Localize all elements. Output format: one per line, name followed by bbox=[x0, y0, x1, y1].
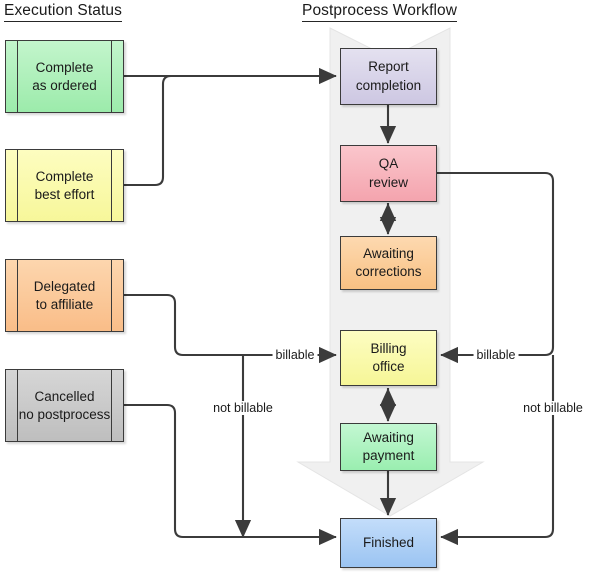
status-box-cancelled-no-postprocess[interactable]: Cancelled no postprocess bbox=[5, 369, 124, 442]
diagram-canvas: Execution Status Postprocess Workflow Co… bbox=[0, 0, 589, 573]
workflow-box-billing-office[interactable]: Billing office bbox=[340, 330, 437, 386]
workflow-box-label: Billing office bbox=[370, 340, 406, 376]
status-label-line2: as ordered bbox=[32, 77, 97, 93]
status-label-line1: Cancelled bbox=[34, 388, 95, 404]
status-box-label: Complete as ordered bbox=[32, 59, 97, 95]
workflow-box-label: Finished bbox=[362, 534, 415, 550]
workflow-box-report-completion[interactable]: Report completion bbox=[340, 48, 437, 105]
status-box-label: Delegated to affiliate bbox=[34, 278, 96, 314]
process-bar-left bbox=[17, 260, 18, 331]
edge-label-not-billable-left: not billable bbox=[210, 401, 276, 415]
workflow-box-label: QA review bbox=[369, 155, 408, 191]
workflow-label-line1: Report bbox=[368, 59, 409, 75]
workflow-label-line1: QA bbox=[378, 156, 399, 172]
workflow-label-line1: Billing bbox=[370, 340, 407, 356]
status-box-label: Complete best effort bbox=[35, 168, 95, 204]
workflow-label-line1: Awaiting bbox=[363, 429, 414, 445]
edge-complete-best-effort-to-report bbox=[124, 74, 176, 187]
edge-delegated-to-branch bbox=[124, 293, 243, 357]
process-bar-right bbox=[111, 260, 112, 331]
status-label-line2: to affiliate bbox=[35, 296, 94, 312]
workflow-label-line2: office bbox=[372, 359, 405, 374]
workflow-box-label: Report completion bbox=[356, 58, 421, 94]
workflow-label-line2: review bbox=[368, 174, 408, 190]
edge-cancelled-to-finished bbox=[124, 403, 337, 546]
status-label-line1: Complete bbox=[35, 59, 94, 75]
workflow-label-line2: corrections bbox=[355, 264, 422, 279]
execution-status-heading: Execution Status bbox=[4, 2, 122, 22]
postprocess-workflow-heading: Postprocess Workflow bbox=[302, 2, 458, 22]
process-bar-right bbox=[111, 370, 112, 441]
workflow-box-label: Awaiting corrections bbox=[355, 245, 421, 281]
workflow-box-awaiting-corrections[interactable]: Awaiting corrections bbox=[340, 236, 437, 290]
status-box-complete-best-effort[interactable]: Complete best effort bbox=[5, 149, 124, 222]
edge-label-not-billable-right: not billable bbox=[520, 401, 586, 415]
edge-qa-to-right-rail bbox=[437, 171, 555, 357]
edge-label-billable-left: billable bbox=[272, 348, 318, 362]
process-bar-right bbox=[111, 41, 112, 112]
workflow-box-qa-review[interactable]: QA review bbox=[340, 145, 437, 202]
workflow-box-finished[interactable]: Finished bbox=[340, 518, 437, 568]
status-box-label: Cancelled no postprocess bbox=[19, 388, 111, 424]
status-box-complete-as-ordered[interactable]: Complete as ordered bbox=[5, 40, 124, 113]
process-bar-right bbox=[111, 150, 112, 221]
status-box-delegated-to-affiliate[interactable]: Delegated to affiliate bbox=[5, 259, 124, 332]
workflow-label-line2: payment bbox=[362, 448, 415, 463]
edge-not-billable-right-to-finished bbox=[440, 355, 555, 546]
workflow-label-line2: completion bbox=[355, 77, 422, 93]
process-bar-left bbox=[17, 150, 18, 221]
process-bar-left bbox=[17, 41, 18, 112]
edge-label-billable-right: billable bbox=[473, 348, 519, 362]
workflow-box-awaiting-payment[interactable]: Awaiting payment bbox=[340, 423, 437, 471]
workflow-label-line1: Awaiting bbox=[363, 245, 414, 261]
status-label-line2: no postprocess bbox=[18, 406, 111, 422]
status-label-line2: best effort bbox=[34, 186, 95, 202]
status-label-line1: Complete bbox=[35, 168, 94, 184]
workflow-box-label: Awaiting payment bbox=[363, 429, 415, 465]
status-label-line1: Delegated bbox=[33, 278, 96, 294]
